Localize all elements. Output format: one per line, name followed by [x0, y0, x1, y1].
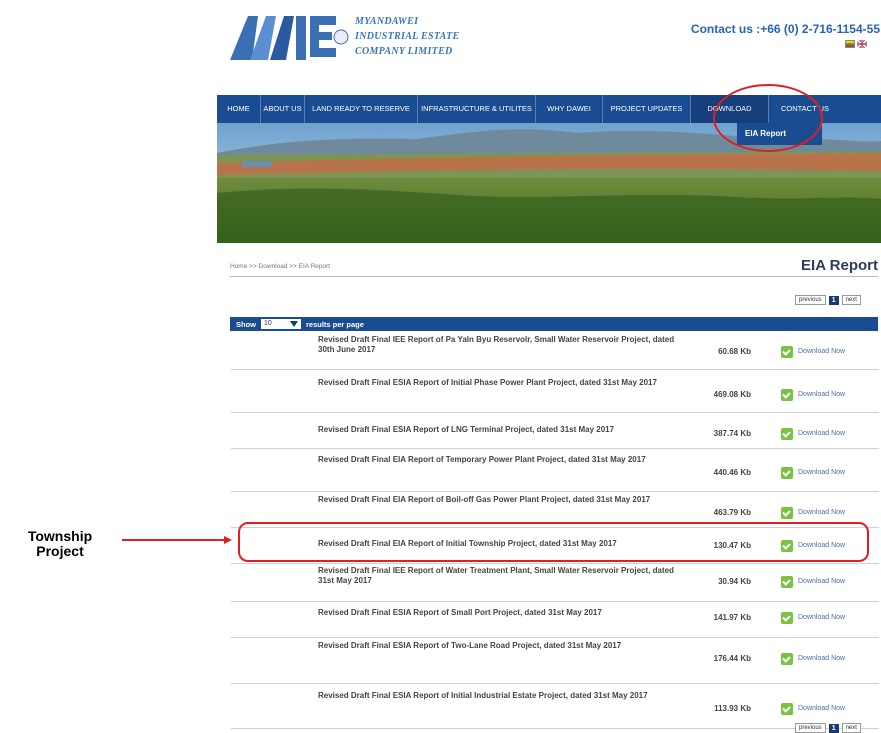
nav-why-dawei[interactable]: WHY DAWEI: [536, 95, 603, 123]
title-divider: [230, 276, 878, 277]
table-row: Revised Draft Final ESIA Report of Small…: [231, 602, 879, 638]
file-size: 463.79 Kb: [713, 508, 751, 517]
nav-about-us[interactable]: ABOUT US: [261, 95, 305, 123]
download-icon[interactable]: [781, 576, 793, 588]
uk-flag-icon[interactable]: [857, 40, 867, 48]
download-link[interactable]: Download Now: [798, 391, 845, 398]
report-title: Revised Draft Final EIA Report of Tempor…: [318, 455, 646, 464]
download-link[interactable]: Download Now: [798, 469, 845, 476]
page-1-button[interactable]: 1: [828, 723, 839, 733]
file-size: 141.97 Kb: [713, 613, 751, 622]
table-row: Revised Draft Final ESIA Report of Two-L…: [231, 638, 879, 684]
download-link[interactable]: Download Now: [798, 655, 845, 662]
report-title: Revised Draft Final ESIA Report of Initi…: [318, 691, 648, 700]
highlight-township-row: [238, 522, 869, 562]
nav-home[interactable]: HOME: [217, 95, 261, 123]
previous-button[interactable]: previous: [795, 295, 826, 305]
download-icon[interactable]: [781, 703, 793, 715]
nav-infrastructure[interactable]: INFRASTRUCTURE & UTILITES: [418, 95, 536, 123]
download-link[interactable]: Download Now: [798, 348, 845, 355]
report-title: Revised Draft Final ESIA Report of Two-L…: [318, 641, 622, 650]
table-row: Revised Draft Final EIA Report of Tempor…: [231, 449, 879, 492]
table-row: Revised Draft Final ESIA Report of LNG T…: [231, 413, 879, 449]
per-page-select[interactable]: 10: [261, 319, 301, 329]
download-link[interactable]: Download Now: [798, 578, 845, 585]
annotation-label: Township Project: [8, 529, 112, 559]
breadcrumb: Home >> Download >> EIA Report: [230, 263, 331, 270]
download-icon[interactable]: [781, 467, 793, 479]
report-title: Revised Draft Final ESIA Report of Small…: [318, 608, 602, 617]
download-icon[interactable]: [781, 428, 793, 440]
report-title: Revised Draft Final IEE Report of Pa Yal…: [318, 335, 675, 354]
report-title: Revised Draft Final ESIA Report of Initi…: [318, 378, 657, 387]
company-name-line1: MYANDAWEI: [355, 16, 419, 27]
show-label: Show: [236, 319, 256, 329]
file-size: 440.46 Kb: [713, 468, 751, 477]
per-page-suffix: results per page: [306, 319, 364, 329]
nav-project-updates[interactable]: PROJECT UPDATES: [603, 95, 691, 123]
highlight-download-menu: [713, 84, 823, 152]
file-size: 176.44 Kb: [713, 654, 751, 663]
download-link[interactable]: Download Now: [798, 430, 845, 437]
file-size: 30.94 Kb: [718, 577, 751, 586]
next-button[interactable]: next: [841, 295, 861, 305]
download-icon[interactable]: [781, 653, 793, 665]
chevron-down-icon: [290, 321, 298, 327]
download-icon[interactable]: [781, 346, 793, 358]
table-row: Revised Draft Final ESIA Report of Initi…: [231, 684, 879, 729]
myanmar-flag-icon[interactable]: [845, 40, 855, 48]
company-name: MYANDAWEI INDUSTRIAL ESTATE COMPANY LIMI…: [355, 14, 459, 59]
contact-phone: Contact us :+66 (0) 2-716-1154-55: [690, 22, 880, 36]
download-link[interactable]: Download Now: [798, 614, 845, 621]
per-page-value: 10: [264, 320, 272, 327]
download-icon[interactable]: [781, 507, 793, 519]
arrow-right-icon: [122, 536, 232, 544]
table-row: Revised Draft Final ESIA Report of Initi…: [231, 370, 879, 413]
report-title: Revised Draft Final ESIA Report of LNG T…: [318, 425, 615, 434]
report-title: Revised Draft Final IEE Report of Water …: [318, 566, 674, 585]
next-button[interactable]: next: [841, 723, 861, 733]
file-size: 469.08 Kb: [713, 390, 751, 399]
table-row: Revised Draft Final IEE Report of Pa Yal…: [231, 331, 879, 370]
page-title: EIA Report: [801, 257, 878, 274]
file-size: 113.93 Kb: [714, 704, 751, 713]
report-title: Revised Draft Final EIA Report of Boil-o…: [318, 495, 651, 504]
table-header: Show 10 results per page: [230, 317, 878, 331]
file-size: 387.74 Kb: [713, 429, 751, 438]
annotation-line1: Township: [27, 528, 93, 544]
download-icon[interactable]: [781, 389, 793, 401]
logo-mark-icon: [230, 16, 349, 60]
file-size: 60.68 Kb: [718, 347, 751, 356]
download-link[interactable]: Download Now: [798, 509, 845, 516]
pagination-bottom: previous 1 next: [795, 723, 861, 733]
annotation-line2: Project: [36, 543, 84, 559]
language-switcher: [845, 40, 867, 48]
download-link[interactable]: Download Now: [798, 705, 845, 712]
pagination-top: previous 1 next: [795, 295, 861, 305]
table-row: Revised Draft Final IEE Report of Water …: [231, 564, 879, 602]
company-logo[interactable]: MYANDAWEI INDUSTRIAL ESTATE COMPANY LIMI…: [230, 8, 530, 66]
page-1-button[interactable]: 1: [828, 295, 839, 305]
company-name-line2: INDUSTRIAL ESTATE: [355, 31, 460, 42]
previous-button[interactable]: previous: [795, 723, 826, 733]
download-icon[interactable]: [781, 612, 793, 624]
nav-land-ready-to-reserve[interactable]: LAND READY TO RESERVE: [305, 95, 418, 123]
company-name-line3: COMPANY LIMITED: [355, 46, 453, 57]
